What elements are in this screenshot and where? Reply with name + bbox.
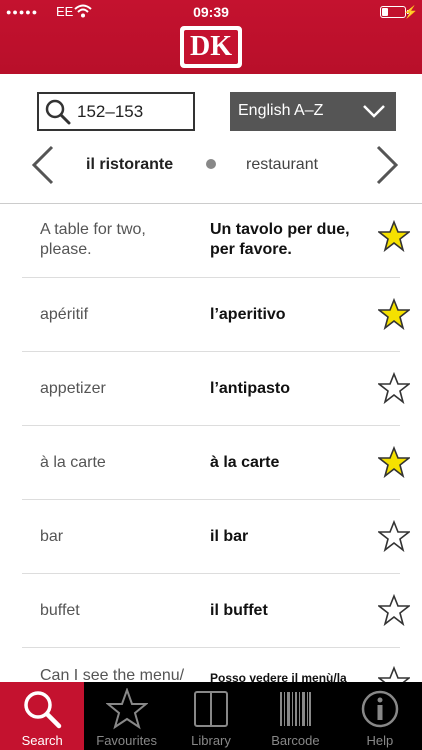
tab-bar: Search Favourites Library Barcode Help — [0, 682, 422, 750]
chapter-translation: restaurant — [246, 156, 319, 173]
list-item[interactable]: buffet il buffet — [0, 574, 422, 648]
search-icon — [24, 691, 62, 729]
star-icon[interactable] — [378, 520, 410, 552]
phrase-italian: il bar — [210, 528, 249, 545]
phrase-italian: Un tavolo per due, per favore. — [210, 221, 350, 258]
phrase-italian: l’aperitivo — [210, 306, 286, 323]
search-input[interactable] — [77, 94, 191, 129]
book-icon — [194, 691, 229, 727]
chevron-left-icon[interactable] — [30, 145, 56, 185]
phrase-english: bar — [40, 528, 64, 545]
list-item[interactable]: appetizer l’antipasto — [0, 352, 422, 426]
tab-search[interactable]: Search — [0, 682, 85, 750]
tab-label: Barcode — [271, 733, 320, 748]
barcode-icon — [280, 692, 312, 726]
chevron-down-icon — [363, 105, 385, 118]
star-icon[interactable] — [378, 446, 410, 478]
tab-library[interactable]: Library — [169, 682, 253, 750]
language-dropdown-label: English A–Z — [238, 102, 324, 119]
phrase-english: A table for two, please. — [40, 221, 146, 258]
search-icon — [45, 99, 71, 125]
phrase-english: à la carte — [40, 454, 106, 471]
star-icon[interactable] — [378, 220, 410, 252]
phrase-english: apéritif — [40, 306, 89, 323]
charging-icon: ⚡ — [403, 5, 418, 19]
search-box[interactable] — [37, 92, 195, 131]
star-icon[interactable] — [378, 594, 410, 626]
phrase-italian: à la carte — [210, 454, 280, 471]
star-icon[interactable] — [378, 298, 410, 330]
language-dropdown[interactable]: English A–Z — [230, 92, 396, 131]
logo-text: DK — [184, 30, 238, 64]
phrase-italian: l’antipasto — [210, 380, 291, 397]
dk-logo: DK — [180, 26, 242, 68]
status-bar: ●●●●● EE 09:39 ⚡ — [0, 0, 422, 24]
tab-help[interactable]: Help — [338, 682, 422, 750]
list-item[interactable]: A table for two, please. Un tavolo per d… — [0, 204, 422, 278]
star-icon[interactable] — [378, 372, 410, 404]
tab-favourites[interactable]: Favourites — [84, 682, 168, 750]
tab-barcode[interactable]: Barcode — [253, 682, 337, 750]
tab-label: Help — [366, 733, 394, 748]
tab-label: Library — [191, 733, 231, 748]
list-item[interactable]: bar il bar — [0, 500, 422, 574]
clock: 09:39 — [193, 4, 229, 20]
tab-label: Search — [21, 733, 63, 748]
phrase-english: appetizer — [40, 380, 106, 397]
list-item[interactable]: à la carte à la carte — [0, 426, 422, 500]
phrase-italian: il buffet — [210, 602, 268, 619]
chapter-title: il ristorante — [86, 156, 174, 173]
tab-label: Favourites — [96, 733, 157, 748]
phrase-english: buffet — [40, 602, 80, 619]
list-item[interactable]: apéritif l’aperitivo — [0, 278, 422, 352]
app-header: ●●●●● EE 09:39 ⚡ DK — [0, 0, 422, 74]
separator-dot — [206, 159, 216, 169]
info-icon — [361, 690, 399, 728]
star-icon — [105, 688, 148, 730]
chevron-right-icon[interactable] — [374, 145, 400, 185]
